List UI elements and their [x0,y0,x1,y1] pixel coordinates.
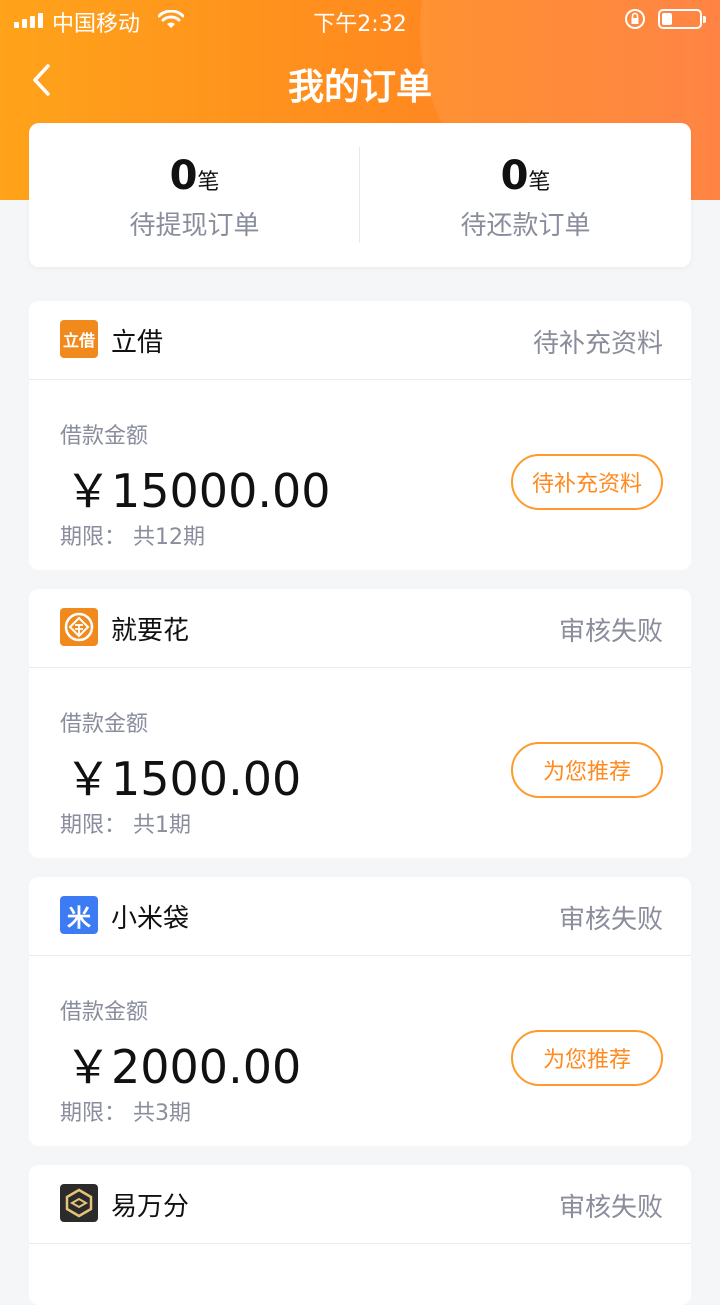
amount-label: 借款金额 [60,1000,149,1025]
battery-icon [658,9,706,29]
pending-withdraw-count: 0 [169,153,198,199]
loan-term: 期限： 共12期 [60,525,205,550]
loan-amount: ￥1500.00 [65,752,302,806]
order-status: 审核失败 [558,1193,663,1223]
lender-name: 立借 [111,328,164,358]
loan-term: 期限： 共3期 [60,1101,191,1126]
rotation-lock-icon [624,8,646,36]
pending-repay-label: 待还款订单 [460,211,591,241]
pending-repay-unit: 笔 [528,170,551,195]
order-card[interactable]: 立借 立借 待补充资料 借款金额 ￥15000.00 期限： 共12期 待补充资… [29,301,691,570]
lender-name: 易万分 [111,1192,190,1222]
order-card[interactable]: 易万分 审核失败 [29,1165,691,1305]
pending-repay-count: 0 [500,153,529,199]
lender-logo-text: 立借 [62,331,95,350]
status-bar: 中国移动 下午2:32 [0,0,720,40]
order-summary-card: 0笔 待提现订单 0笔 待还款订单 [29,123,691,267]
lender-logo-icon [60,1184,98,1222]
pending-withdraw-unit: 笔 [197,170,220,195]
pending-repay-summary[interactable]: 0笔 待还款订单 [360,153,691,242]
order-card-header: 就要花 审核失败 [29,589,691,668]
order-status: 待补充资料 [532,329,663,359]
lender-logo-icon [60,608,98,646]
status-time: 下午2:32 [313,12,407,37]
pending-withdraw-summary[interactable]: 0笔 待提现订单 [29,153,360,242]
lender-logo-text: 米 [67,903,91,932]
loan-amount: ￥2000.00 [65,1040,302,1094]
order-card-header: 立借 立借 待补充资料 [29,301,691,380]
pending-withdraw-label: 待提现订单 [129,211,260,241]
recommend-button[interactable]: 为您推荐 [511,1030,663,1086]
order-status: 审核失败 [558,617,663,647]
amount-label: 借款金额 [60,424,149,449]
nav-bar: 我的订单 [0,40,720,120]
lender-logo-icon: 米 [60,896,98,934]
amount-label: 借款金额 [60,712,149,737]
loan-amount: ￥15000.00 [65,464,331,518]
supplement-info-button[interactable]: 待补充资料 [511,454,663,510]
order-card-header: 米 小米袋 审核失败 [29,877,691,956]
recommend-button[interactable]: 为您推荐 [511,742,663,798]
loan-term: 期限： 共1期 [60,813,191,838]
order-card[interactable]: 就要花 审核失败 借款金额 ￥1500.00 期限： 共1期 为您推荐 [29,589,691,858]
lender-name: 就要花 [111,616,190,646]
order-card[interactable]: 米 小米袋 审核失败 借款金额 ￥2000.00 期限： 共3期 为您推荐 [29,877,691,1146]
lender-name: 小米袋 [111,904,190,934]
order-status: 审核失败 [558,905,663,935]
order-card-header: 易万分 审核失败 [29,1165,691,1244]
lender-logo-icon: 立借 [60,320,98,358]
page-title: 我的订单 [287,67,432,108]
